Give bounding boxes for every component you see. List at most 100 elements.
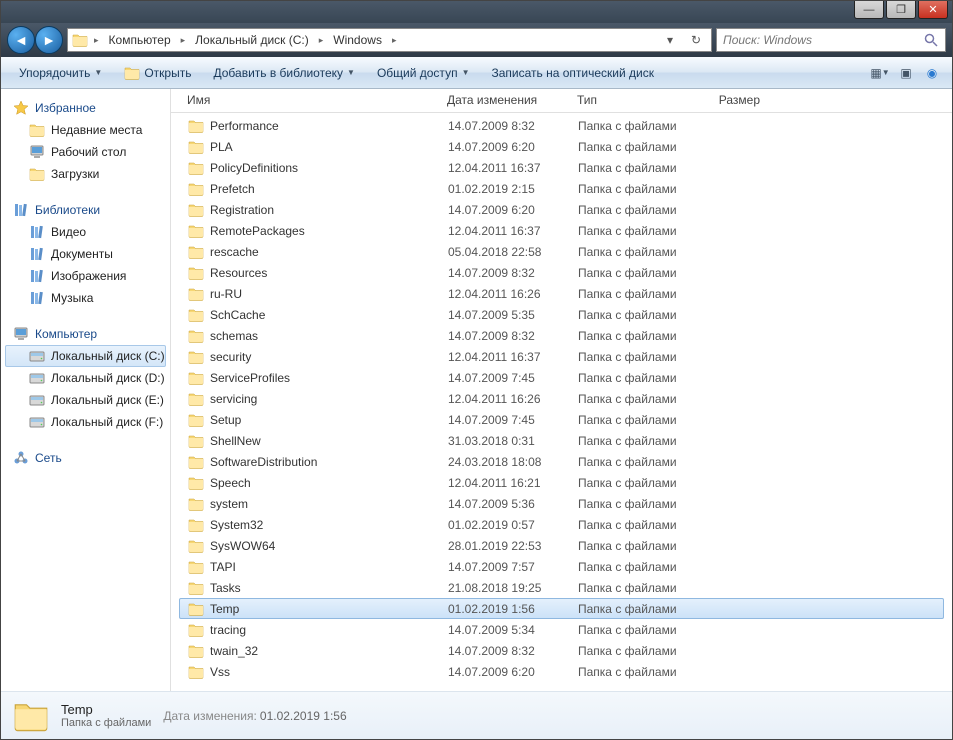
add-library-button[interactable]: Добавить в библиотеку▼	[203, 62, 364, 84]
table-row[interactable]: tracing14.07.2009 5:34Папка с файлами	[179, 619, 944, 640]
back-button[interactable]: ◄	[7, 26, 35, 54]
file-type: Папка с файлами	[570, 140, 690, 154]
breadcrumb[interactable]: Windows	[329, 31, 386, 49]
address-dropdown[interactable]: ▾	[659, 29, 681, 51]
folder-icon	[188, 517, 204, 533]
file-type: Папка с файлами	[570, 266, 690, 280]
maximize-button[interactable]: ❐	[886, 1, 916, 19]
share-button[interactable]: Общий доступ▼	[367, 62, 480, 84]
open-button[interactable]: Открыть	[114, 61, 201, 85]
column-headers: Имя Дата изменения Тип Размер	[171, 89, 952, 113]
table-row[interactable]: Vss14.07.2009 6:20Папка с файлами	[179, 661, 944, 682]
table-row[interactable]: TAPI14.07.2009 7:57Папка с файлами	[179, 556, 944, 577]
table-row[interactable]: security12.04.2011 16:37Папка с файлами	[179, 346, 944, 367]
sidebar-item-music[interactable]: Музыка	[5, 287, 166, 309]
table-row[interactable]: RemotePackages12.04.2011 16:37Папка с фа…	[179, 220, 944, 241]
table-row[interactable]: Performance14.07.2009 8:32Папка с файлам…	[179, 115, 944, 136]
folder-icon	[188, 265, 204, 281]
folder-icon	[188, 349, 204, 365]
table-row[interactable]: SoftwareDistribution24.03.2018 18:08Папк…	[179, 451, 944, 472]
table-row[interactable]: ru-RU12.04.2011 16:26Папка с файлами	[179, 283, 944, 304]
forward-button[interactable]: ►	[35, 26, 63, 54]
details-subtitle: Папка с файлами	[61, 717, 151, 729]
column-date[interactable]: Дата изменения	[439, 89, 569, 112]
picture-icon	[29, 268, 45, 284]
organize-button[interactable]: Упорядочить▼	[9, 62, 112, 84]
file-date: 12.04.2011 16:21	[440, 476, 570, 490]
table-row[interactable]: servicing12.04.2011 16:26Папка с файлами	[179, 388, 944, 409]
folder-icon	[188, 601, 204, 617]
close-button[interactable]: ✕	[918, 1, 948, 19]
column-type[interactable]: Тип	[569, 89, 689, 112]
file-date: 14.07.2009 6:20	[440, 203, 570, 217]
table-row[interactable]: twain_3214.07.2009 8:32Папка с файлами	[179, 640, 944, 661]
table-row[interactable]: Resources14.07.2009 8:32Папка с файлами	[179, 262, 944, 283]
file-date: 12.04.2011 16:26	[440, 287, 570, 301]
burn-button[interactable]: Записать на оптический диск	[481, 62, 664, 84]
table-row[interactable]: PLA14.07.2009 6:20Папка с файлами	[179, 136, 944, 157]
file-name: Setup	[210, 413, 241, 427]
sidebar-favorites-header[interactable]: Избранное	[5, 97, 166, 119]
view-button[interactable]: ▦▼	[868, 62, 892, 84]
file-date: 01.02.2019 2:15	[440, 182, 570, 196]
file-type: Папка с файлами	[570, 350, 690, 364]
folder-icon	[188, 181, 204, 197]
table-row[interactable]: schemas14.07.2009 8:32Папка с файлами	[179, 325, 944, 346]
sidebar-item-videos[interactable]: Видео	[5, 221, 166, 243]
sidebar-item-desktop[interactable]: Рабочий стол	[5, 141, 166, 163]
sidebar-item-recent[interactable]: Недавние места	[5, 119, 166, 141]
sidebar-item-drive-c[interactable]: Локальный диск (C:)	[5, 345, 166, 367]
table-row[interactable]: Speech12.04.2011 16:21Папка с файлами	[179, 472, 944, 493]
folder-icon	[188, 202, 204, 218]
column-name[interactable]: Имя	[179, 89, 439, 112]
folder-icon	[188, 328, 204, 344]
sidebar-network: Сеть	[5, 447, 166, 469]
sidebar-item-drive-e[interactable]: Локальный диск (E:)	[5, 389, 166, 411]
folder-icon	[188, 286, 204, 302]
breadcrumb[interactable]: Компьютер	[105, 31, 175, 49]
sidebar-computer-header[interactable]: Компьютер	[5, 323, 166, 345]
table-row[interactable]: rescache05.04.2018 22:58Папка с файлами	[179, 241, 944, 262]
folder-icon	[188, 538, 204, 554]
file-name: TAPI	[210, 560, 236, 574]
file-name: System32	[210, 518, 263, 532]
table-row[interactable]: System3201.02.2019 0:57Папка с файлами	[179, 514, 944, 535]
table-row[interactable]: Temp01.02.2019 1:56Папка с файлами	[179, 598, 944, 619]
folder-icon	[188, 475, 204, 491]
preview-pane-button[interactable]: ▣	[894, 62, 918, 84]
table-row[interactable]: ShellNew31.03.2018 0:31Папка с файлами	[179, 430, 944, 451]
file-date: 21.08.2018 19:25	[440, 581, 570, 595]
sidebar-item-pictures[interactable]: Изображения	[5, 265, 166, 287]
table-row[interactable]: Tasks21.08.2018 19:25Папка с файлами	[179, 577, 944, 598]
file-name: Speech	[210, 476, 251, 490]
address-bar[interactable]: ▸ Компьютер ▸ Локальный диск (C:) ▸ Wind…	[67, 28, 712, 52]
table-row[interactable]: SchCache14.07.2009 5:35Папка с файлами	[179, 304, 944, 325]
sidebar-item-downloads[interactable]: Загрузки	[5, 163, 166, 185]
sidebar-libraries-header[interactable]: Библиотеки	[5, 199, 166, 221]
file-name: Resources	[210, 266, 267, 280]
file-list[interactable]: Performance14.07.2009 8:32Папка с файлам…	[171, 113, 952, 691]
file-type: Папка с файлами	[570, 161, 690, 175]
refresh-button[interactable]: ↻	[685, 29, 707, 51]
file-type: Папка с файлами	[570, 392, 690, 406]
table-row[interactable]: PolicyDefinitions12.04.2011 16:37Папка с…	[179, 157, 944, 178]
sidebar-network-header[interactable]: Сеть	[5, 447, 166, 469]
sidebar-item-documents[interactable]: Документы	[5, 243, 166, 265]
file-date: 14.07.2009 7:45	[440, 371, 570, 385]
table-row[interactable]: Prefetch01.02.2019 2:15Папка с файлами	[179, 178, 944, 199]
search-box[interactable]	[716, 28, 946, 52]
search-input[interactable]	[723, 33, 917, 47]
sidebar-item-drive-f[interactable]: Локальный диск (F:)	[5, 411, 166, 433]
breadcrumb[interactable]: Локальный диск (C:)	[191, 31, 313, 49]
column-size[interactable]: Размер	[689, 89, 769, 112]
table-row[interactable]: Registration14.07.2009 6:20Папка с файла…	[179, 199, 944, 220]
table-row[interactable]: ServiceProfiles14.07.2009 7:45Папка с фа…	[179, 367, 944, 388]
help-button[interactable]: ◉	[920, 62, 944, 84]
file-date: 12.04.2011 16:37	[440, 350, 570, 364]
file-type: Папка с файлами	[570, 308, 690, 322]
sidebar-item-drive-d[interactable]: Локальный диск (D:)	[5, 367, 166, 389]
table-row[interactable]: SysWOW6428.01.2019 22:53Папка с файлами	[179, 535, 944, 556]
table-row[interactable]: system14.07.2009 5:36Папка с файлами	[179, 493, 944, 514]
minimize-button[interactable]: —	[854, 1, 884, 19]
table-row[interactable]: Setup14.07.2009 7:45Папка с файлами	[179, 409, 944, 430]
